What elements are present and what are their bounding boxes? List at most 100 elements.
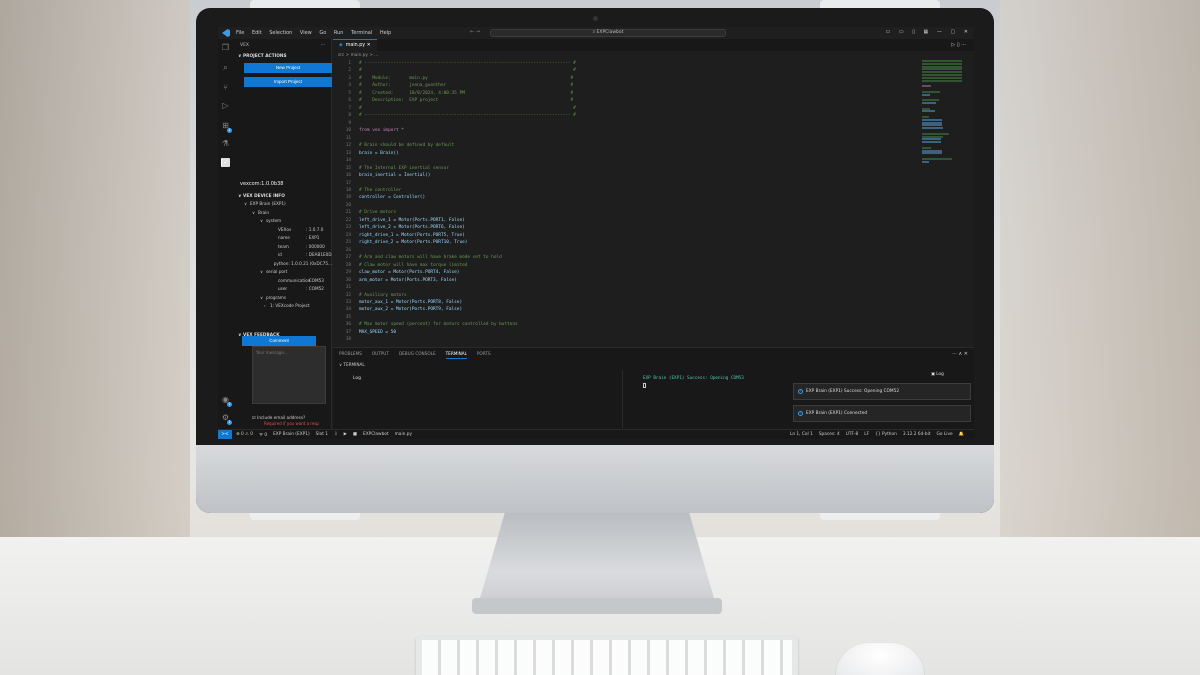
code-line[interactable]: 18 # The controller <box>333 187 923 194</box>
code-line[interactable]: 4 # Author: jenna_guenther # <box>333 82 923 89</box>
code-line[interactable]: 36 # Max motor speed (percent) for motors… <box>333 321 923 328</box>
code-line[interactable]: 22 left_drive_1 = Motor(Ports.PORT1, Fals… <box>333 217 923 224</box>
code-line[interactable]: 23 left_drive_2 = Motor(Ports.PORT6, Fals… <box>333 224 923 231</box>
feedback-message-input[interactable]: Your message... <box>252 346 326 404</box>
code-line[interactable]: 3 # Module: main.py # <box>333 75 923 82</box>
stop-icon[interactable]: ■ <box>353 432 357 437</box>
line-ending[interactable]: LF <box>864 432 869 437</box>
customize-layout-icon[interactable]: ▦ <box>924 29 929 35</box>
minimize-button[interactable]: — <box>937 29 942 35</box>
tab-output[interactable]: OUTPUT <box>372 351 389 359</box>
tree-row[interactable]: VEXos: 1.0.7.0 <box>234 227 332 236</box>
code-line[interactable]: 16 brain_inertial = Inertial() <box>333 172 923 179</box>
active-file[interactable]: main.py <box>395 432 412 437</box>
tab-debug-console[interactable]: DEBUG CONSOLE <box>399 351 436 359</box>
code-line[interactable]: 31 <box>333 284 923 291</box>
menu-run[interactable]: Run <box>334 30 344 36</box>
tree-row[interactable]: id: DEAB1E0D <box>234 252 332 261</box>
tree-row[interactable]: python: 1.0.0.21 (0xDC75... <box>234 261 332 270</box>
vex-extension-icon[interactable]: ✓ <box>221 158 230 167</box>
run-debug-icon[interactable]: ▷ <box>221 101 230 110</box>
tab-main-py[interactable]: ◈ main.py ✕ <box>333 39 377 51</box>
code-line[interactable]: 19 controller = Controller() <box>333 194 923 201</box>
code-line[interactable]: 21 # Drive motors <box>333 209 923 216</box>
tree-row[interactable]: › 1: VEXcode Project <box>234 303 332 312</box>
menu-help[interactable]: Help <box>380 30 391 36</box>
go-live-button[interactable]: Go Live <box>937 432 953 437</box>
nav-arrows[interactable]: ← → <box>470 29 480 35</box>
explorer-icon[interactable]: ❐ <box>221 43 230 52</box>
new-project-button[interactable]: New Project <box>244 63 332 73</box>
code-line[interactable]: 29 claw_motor = Motor(Ports.PORT4, False) <box>333 269 923 276</box>
code-line[interactable]: 27 # Arm and claw motors will have brake … <box>333 254 923 261</box>
code-line[interactable]: 30 arm_motor = Motor(Ports.PORT3, False) <box>333 277 923 284</box>
code-line[interactable]: 14 <box>333 157 923 164</box>
search-icon[interactable]: ⌕ <box>221 63 230 72</box>
code-line[interactable]: 6 # Description: EXP project # <box>333 97 923 104</box>
device-info-header[interactable]: ∨ VEX DEVICE INFO <box>234 192 332 201</box>
panel-controls[interactable]: ··· ∧ ✕ <box>952 351 968 357</box>
menu-terminal[interactable]: Terminal <box>351 30 372 36</box>
breadcrumb[interactable]: src > main.py > ... <box>338 53 378 58</box>
code-line[interactable]: 38 <box>333 336 923 343</box>
tree-row[interactable]: ∨ system <box>234 218 332 227</box>
code-line[interactable]: 17 <box>333 180 923 187</box>
code-line[interactable]: 28 # Claw motor will have max torque limi… <box>333 262 923 269</box>
tree-row[interactable]: name: EXP1 <box>234 235 332 244</box>
terminal-log-tab[interactable]: ▣ Log <box>931 371 944 376</box>
code-line[interactable]: 8 # -------------------------------------… <box>333 112 923 119</box>
code-line[interactable]: 10 from vex import * <box>333 127 923 134</box>
source-control-icon[interactable]: ⑂ <box>221 83 230 92</box>
play-icon[interactable]: ▶ <box>344 432 347 437</box>
code-line[interactable]: 25 right_drive_2 = Motor(Ports.PORT10, Tr… <box>333 239 923 246</box>
code-line[interactable]: 32 # Auxiliary motors <box>333 292 923 299</box>
include-email-checkbox[interactable]: ☑ Include email address? <box>252 415 305 420</box>
code-line[interactable]: 24 right_drive_1 = Motor(Ports.PORT5, Tru… <box>333 232 923 239</box>
tree-row[interactable]: ∨ serial port <box>234 269 332 278</box>
code-line[interactable]: 1 # -------------------------------------… <box>333 60 923 67</box>
code-line[interactable]: 15 # The Internal EXP inertial sensor <box>333 165 923 172</box>
code-line[interactable]: 37 MAX_SPEED = 50 <box>333 329 923 336</box>
close-button[interactable]: ✕ <box>964 29 968 35</box>
code-line[interactable]: 34 motor_aux_2 = Motor(Ports.PORT9, False… <box>333 306 923 313</box>
cursor-position[interactable]: Ln 1, Col 1 <box>790 432 813 437</box>
terminal-section-header[interactable]: ∨ TERMINAL <box>339 362 365 367</box>
project-actions-header[interactable]: ∨ PROJECT ACTIONS <box>234 52 331 61</box>
minimap[interactable] <box>922 60 966 163</box>
testing-icon[interactable]: ⚗ <box>221 139 230 148</box>
tab-problems[interactable]: PROBLEMS <box>339 351 362 359</box>
notification-toast[interactable]: i EXP Brain (EXP1) Connected <box>793 405 971 422</box>
tree-row[interactable]: ∨ programs <box>234 295 332 304</box>
notifications-bell-icon[interactable]: 🔔 <box>959 432 964 437</box>
comment-button[interactable]: Comment <box>242 336 316 346</box>
tab-terminal[interactable]: TERMINAL <box>445 351 467 359</box>
more-actions-icon[interactable]: ··· <box>321 43 325 48</box>
import-project-button[interactable]: Import Project <box>244 77 332 87</box>
command-center-search[interactable]: ⌕ EXPClawbot <box>490 29 726 37</box>
tree-row[interactable]: user: COM52 <box>234 286 332 295</box>
problems-count[interactable]: ⊗ 0 ⚠ 0 <box>236 432 253 437</box>
split-editor-icon[interactable]: ▯ <box>957 42 960 48</box>
code-line[interactable]: 33 motor_aux_1 = Motor(Ports.PORT8, False… <box>333 299 923 306</box>
menu-selection[interactable]: Selection <box>269 30 292 36</box>
toggle-secondary-sidebar-icon[interactable]: ▯ <box>912 29 915 35</box>
tree-row[interactable]: ∨ Brain <box>234 210 332 219</box>
python-interpreter[interactable]: 3.12.2 64-bit <box>903 432 931 437</box>
indentation[interactable]: Spaces: 4 <box>819 432 840 437</box>
tree-row[interactable]: communication: COM53 <box>234 278 332 287</box>
project-name[interactable]: EXPClawbot <box>363 432 389 437</box>
tab-ports[interactable]: PORTS <box>477 351 491 359</box>
encoding[interactable]: UTF-8 <box>846 432 859 437</box>
code-line[interactable]: 9 <box>333 120 923 127</box>
ports-count[interactable]: ᯤ 0 <box>259 432 267 438</box>
toggle-sidebar-icon[interactable]: ▭ <box>886 29 891 35</box>
editor-more-icon[interactable]: ··· <box>961 42 966 48</box>
code-line[interactable]: 11 <box>333 135 923 142</box>
notification-toast[interactable]: i EXP Brain (EXP1) Success: Opening COM52 <box>793 383 971 400</box>
tab-close-icon[interactable]: ✕ <box>367 43 371 48</box>
menu-edit[interactable]: Edit <box>252 30 262 36</box>
menu-go[interactable]: Go <box>319 30 326 36</box>
language-mode[interactable]: {} Python <box>875 432 897 437</box>
slot-selector[interactable]: Slot 1 <box>316 432 328 437</box>
code-line[interactable]: 5 # Created: 10/8/2024, 4:00:35 PM # <box>333 90 923 97</box>
